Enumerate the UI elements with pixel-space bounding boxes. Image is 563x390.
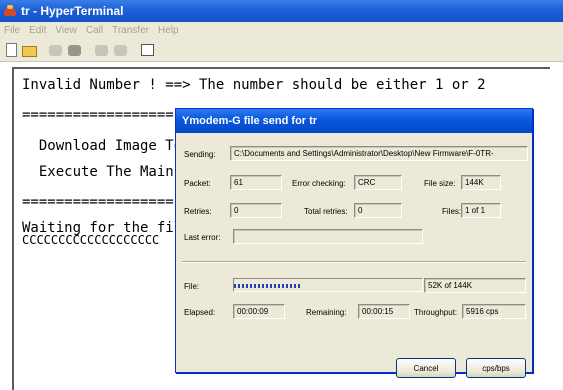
sending-label: Sending: [184,150,216,159]
packet-label: Packet: [184,179,211,188]
call-icon[interactable] [68,42,84,58]
window-titlebar[interactable]: tr - HyperTerminal [0,0,563,22]
menu-view[interactable]: View [55,25,77,36]
open-icon[interactable] [22,42,38,58]
elapsed-label: Elapsed: [184,308,216,317]
cancel-button[interactable]: Cancel [396,358,456,378]
throughput-field: 5916 cps [462,304,526,319]
menu-edit[interactable]: Edit [29,25,46,36]
terminal-line: Execute The Main [22,164,174,180]
hyperterminal-icon [3,4,17,18]
transfer-progress-bar [233,278,423,292]
new-icon[interactable] [3,42,19,58]
sending-path-field: C:\Documents and Settings\Administrator\… [230,146,528,161]
file-progress-field: 52K of 144K [424,278,526,293]
files-field: 1 of 1 [461,203,501,218]
total-retries-label: Total retries: [304,207,348,216]
menu-bar: File Edit View Call Transfer Help [0,22,563,39]
menu-file[interactable]: File [4,25,20,36]
terminal-line: ================== [22,107,174,123]
terminal-line: CCCCCCCCCCCCCCCCCCC [22,233,160,247]
last-error-field [233,229,423,244]
ymodem-dialog: Ymodem-G file send for tr Sending: C:\Do… [175,108,533,378]
terminal-line: ================== [22,194,174,210]
retries-label: Retries: [184,207,212,216]
dialog-title: Ymodem-G file send for tr [182,115,318,127]
progress-fill [234,283,302,288]
cps-bps-button[interactable]: cps/bps [466,358,526,378]
properties-icon[interactable] [141,42,157,58]
send-icon[interactable] [95,42,111,58]
dialog-titlebar[interactable]: Ymodem-G file send for tr [176,109,532,133]
elapsed-field: 00:00:09 [233,304,285,319]
total-retries-field: 0 [354,203,402,218]
error-checking-label: Error checking: [292,179,346,188]
file-label: File: [184,282,200,291]
dialog-separator [182,261,526,263]
receive-icon[interactable] [114,42,130,58]
terminal-line: Download Image To [22,138,183,154]
file-size-label: File size: [424,179,456,188]
last-error-label: Last error: [184,233,221,242]
error-checking-field: CRC [354,175,402,190]
terminal-line: Invalid Number ! ==> The number should b… [22,77,486,93]
dialog-body: Sending: C:\Documents and Settings\Admin… [176,133,532,378]
menu-help[interactable]: Help [158,25,179,36]
toolbar [0,39,563,62]
throughput-label: Throughput: [414,308,458,317]
packet-field: 61 [230,175,282,190]
disconnect-icon[interactable] [49,42,65,58]
remaining-field: 00:00:15 [358,304,410,319]
retries-field: 0 [230,203,282,218]
files-label: Files: [442,207,462,216]
file-size-field: 144K [461,175,501,190]
remaining-label: Remaining: [306,308,347,317]
menu-call[interactable]: Call [86,25,103,36]
window-title: tr - HyperTerminal [21,4,124,18]
menu-transfer[interactable]: Transfer [112,25,149,36]
